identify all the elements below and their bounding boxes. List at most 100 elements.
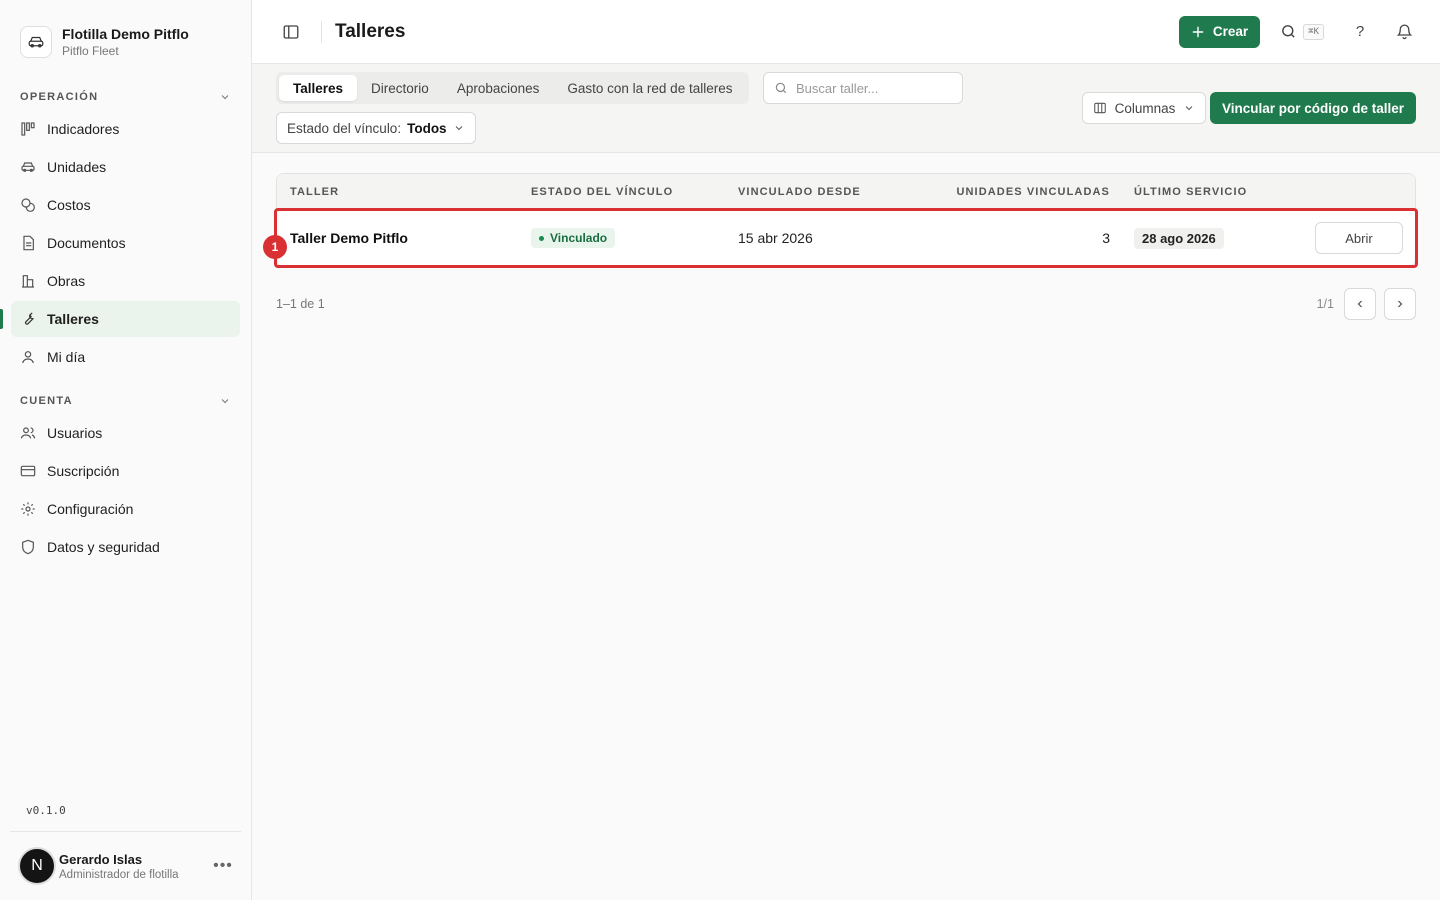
sidebar-item-talleres[interactable]: Talleres: [0, 301, 240, 337]
sidebar-item-obras[interactable]: Obras: [11, 263, 240, 299]
page-title: Talleres: [335, 20, 406, 42]
sidebar-item-unidades[interactable]: Unidades: [11, 149, 240, 185]
sidebar-item-label: Suscripción: [47, 463, 120, 479]
nav-operacion: Indicadores Unidades Costos Documentos O…: [0, 111, 251, 377]
tab-talleres[interactable]: Talleres: [279, 75, 358, 101]
create-label: Crear: [1212, 24, 1249, 39]
columns-label: Columnas: [1114, 100, 1176, 116]
credit-card-icon: [20, 463, 36, 479]
section-title: CUENTA: [20, 395, 73, 407]
wrench-icon: [20, 311, 36, 327]
sidebar-item-label: Usuarios: [47, 425, 103, 441]
table-row[interactable]: Taller Demo Pitflo Vinculado 15 abr 2026…: [277, 210, 1415, 266]
tab-directorio[interactable]: Directorio: [357, 75, 443, 101]
chevron-right-icon: [1398, 300, 1403, 308]
global-search-button[interactable]: ⌘K: [1280, 23, 1324, 40]
tab-aprobaciones[interactable]: Aprobaciones: [443, 75, 554, 101]
sidebar-item-usuarios[interactable]: Usuarios: [11, 415, 240, 451]
user-name: Gerardo Islas: [59, 851, 143, 867]
car-icon: [20, 159, 36, 175]
status-filter-select[interactable]: Estado del vínculo: Todos: [276, 112, 476, 144]
chevron-left-icon: [1357, 300, 1362, 308]
open-button[interactable]: Abrir: [1315, 222, 1403, 254]
cell-ultimo-servicio: 28 ago 2026: [1134, 227, 1284, 249]
filter-label: Estado del vínculo:: [287, 120, 402, 136]
main-area: Talleres Crear ⌘K ? Talleres Directorio …: [252, 0, 1440, 900]
notifications-bell-icon[interactable]: [1392, 20, 1416, 44]
more-horizontal-icon[interactable]: •••: [213, 857, 233, 875]
cell-actions: Abrir: [1284, 222, 1415, 254]
document-icon: [20, 235, 36, 251]
kanban-icon: [20, 121, 36, 137]
app-root: Flotilla Demo Pitflo Pitflo Fleet OPERAC…: [0, 0, 1440, 900]
prev-page-button[interactable]: [1344, 288, 1376, 320]
coins-icon: [20, 197, 36, 213]
help-button[interactable]: ?: [1348, 20, 1372, 44]
pagination-pages: 1/1: [1316, 297, 1334, 311]
table-header: TALLER ESTADO DEL VÍNCULO VINCULADO DESD…: [277, 174, 1415, 210]
users-icon: [20, 425, 36, 441]
plus-icon: [1192, 26, 1204, 37]
sidebar-item-suscripcion[interactable]: Suscripción: [11, 453, 240, 489]
divider: [321, 20, 322, 43]
status-badge-label: Vinculado: [550, 231, 608, 246]
section-operacion-header[interactable]: OPERACIÓN: [0, 87, 251, 107]
nav-cuenta: Usuarios Suscripción Configuración Datos…: [0, 415, 251, 567]
sidebar-item-label: Documentos: [47, 235, 126, 251]
search-icon: [775, 82, 787, 94]
gear-icon: [20, 501, 36, 517]
shield-icon: [20, 539, 36, 555]
sidebar-item-label: Obras: [47, 273, 86, 289]
section-cuenta-header[interactable]: CUENTA: [0, 391, 251, 411]
sidebar-item-label: Configuración: [47, 501, 134, 517]
columns-button[interactable]: Columnas: [1082, 92, 1206, 124]
link-by-code-button[interactable]: Vincular por código de taller: [1209, 92, 1416, 124]
brand[interactable]: Flotilla Demo Pitflo Pitflo Fleet: [0, 0, 251, 64]
sidebar-item-documentos[interactable]: Documentos: [11, 225, 240, 261]
filter-value: Todos: [407, 120, 447, 136]
cell-vinculado-desde: 15 abr 2026: [738, 230, 813, 246]
sidebar-item-configuracion[interactable]: Configuración: [11, 491, 240, 527]
sidebar: Flotilla Demo Pitflo Pitflo Fleet OPERAC…: [0, 0, 252, 900]
user-menu[interactable]: N Gerardo Islas Administrador de flotill…: [10, 831, 241, 900]
next-page-button[interactable]: [1384, 288, 1416, 320]
search-icon: [1282, 25, 1295, 38]
chevron-down-icon: [221, 95, 229, 100]
user-role: Administrador de flotilla: [59, 868, 179, 881]
column-header-unidades[interactable]: UNIDADES VINCULADAS: [921, 186, 1134, 198]
cell-estado: Vinculado: [531, 228, 738, 249]
create-button[interactable]: Crear: [1178, 15, 1261, 48]
sidebar-item-label: Talleres: [47, 311, 99, 327]
sidebar-item-datos-seguridad[interactable]: Datos y seguridad: [11, 529, 240, 565]
brand-name: Flotilla Demo Pitflo: [62, 26, 189, 42]
column-header-desde[interactable]: VINCULADO DESDE: [738, 186, 921, 198]
app-version: v0.1.0: [26, 804, 66, 817]
topbar: Talleres Crear ⌘K ?: [252, 0, 1440, 64]
chevron-down-icon: [221, 399, 229, 404]
car-logo-icon: [20, 26, 52, 58]
search-input[interactable]: [796, 80, 946, 96]
date-chip: 28 ago 2026: [1134, 227, 1224, 249]
avatar: N: [18, 847, 56, 885]
tab-gasto-red[interactable]: Gasto con la red de talleres: [553, 75, 746, 101]
sidebar-item-indicadores[interactable]: Indicadores: [11, 111, 240, 147]
column-header-ultimo[interactable]: ÚLTIMO SERVICIO: [1134, 186, 1284, 198]
column-header-estado[interactable]: ESTADO DEL VÍNCULO: [531, 186, 738, 198]
columns-icon: [1093, 102, 1106, 114]
sidebar-item-label: Datos y seguridad: [47, 539, 160, 555]
sidebar-item-label: Unidades: [47, 159, 107, 175]
shortcut-hint: ⌘K: [1303, 23, 1324, 40]
section-title: OPERACIÓN: [20, 91, 99, 103]
sidebar-item-costos[interactable]: Costos: [11, 187, 240, 223]
sidebar-item-mi-dia[interactable]: Mi día: [11, 339, 240, 375]
column-header-taller[interactable]: TALLER: [277, 186, 531, 198]
search-box: [763, 72, 963, 104]
chevron-down-icon: [1186, 106, 1193, 111]
sidebar-item-label: Mi día: [47, 349, 86, 365]
building-icon: [20, 273, 36, 289]
sidebar-toggle-icon[interactable]: [280, 21, 302, 43]
cell-taller: Taller Demo Pitflo: [290, 230, 408, 246]
pagination: 1–1 de 1 1/1: [276, 288, 1416, 320]
content: TALLER ESTADO DEL VÍNCULO VINCULADO DESD…: [252, 153, 1440, 320]
brand-subtitle: Pitflo Fleet: [62, 44, 119, 58]
